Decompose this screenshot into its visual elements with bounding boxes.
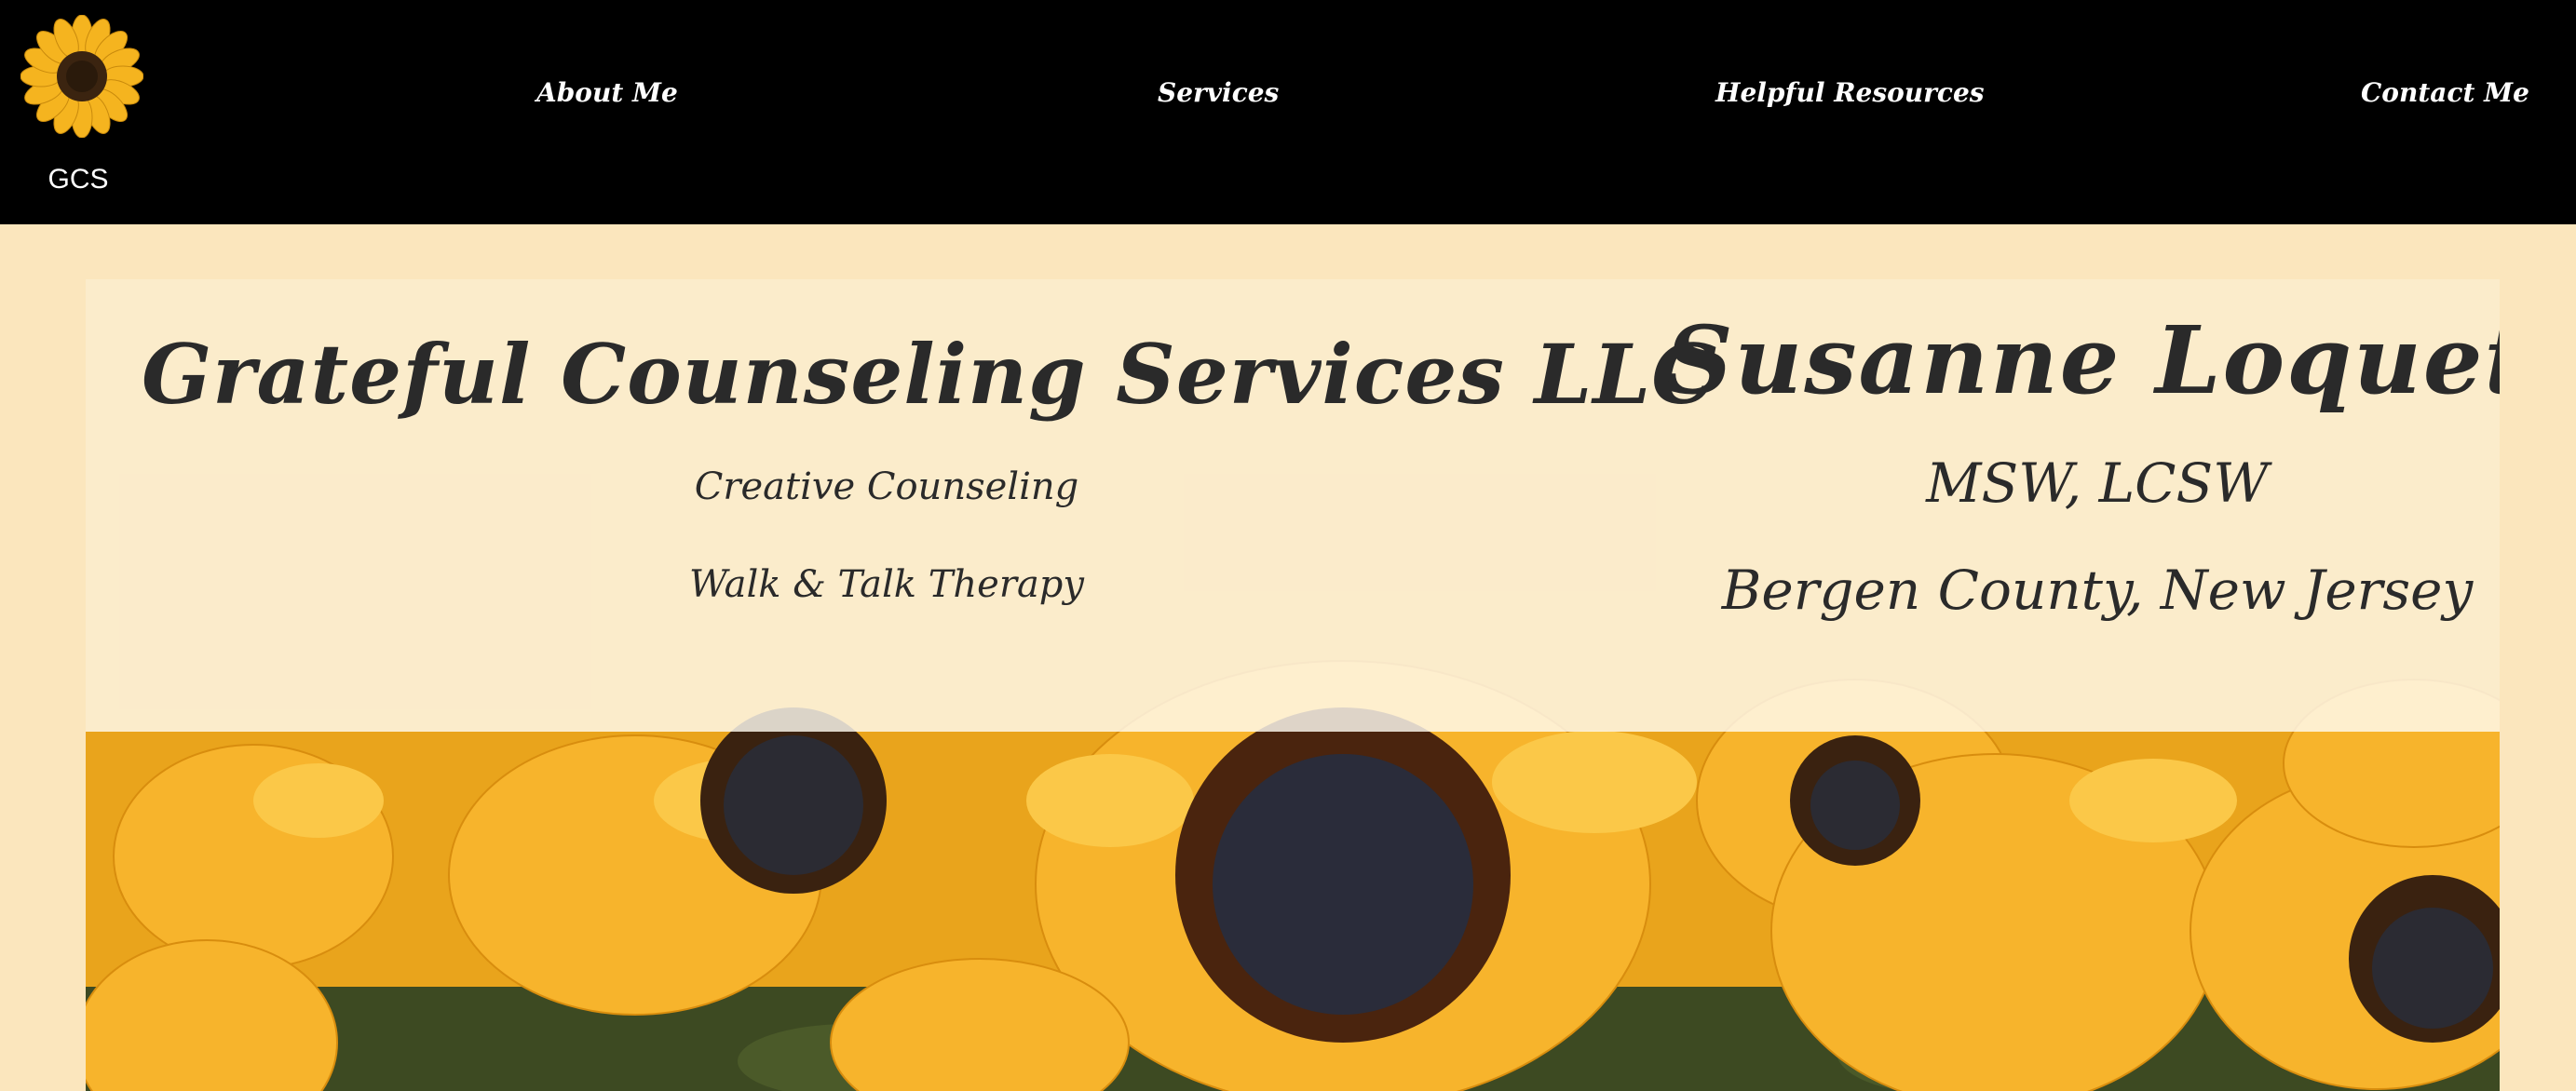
- practice-location: Bergen County, New Jersey: [1721, 559, 2474, 622]
- tagline-walk-talk-therapy: Walk & Talk Therapy: [688, 563, 1084, 606]
- sunflower-icon: [20, 15, 143, 138]
- site-header: GCS About Me Services Helpful Resources …: [0, 0, 2576, 224]
- therapist-name: Susanne Loquet: [1665, 305, 2500, 415]
- nav-helpful-resources[interactable]: Helpful Resources: [1715, 77, 1985, 108]
- logo-text: GCS: [47, 164, 109, 195]
- nav-about-me[interactable]: About Me: [536, 77, 678, 108]
- nav-contact-me[interactable]: Contact Me: [2361, 77, 2529, 108]
- nav-services[interactable]: Services: [1158, 77, 1279, 108]
- hero-section: Grateful Counseling Services LLC Creativ…: [86, 279, 2500, 1091]
- tagline-creative-counseling: Creative Counseling: [694, 465, 1079, 508]
- therapist-credentials: MSW, LCSW: [1926, 451, 2269, 515]
- company-name: Grateful Counseling Services LLC: [142, 326, 1718, 423]
- site-logo[interactable]: GCS: [19, 15, 145, 195]
